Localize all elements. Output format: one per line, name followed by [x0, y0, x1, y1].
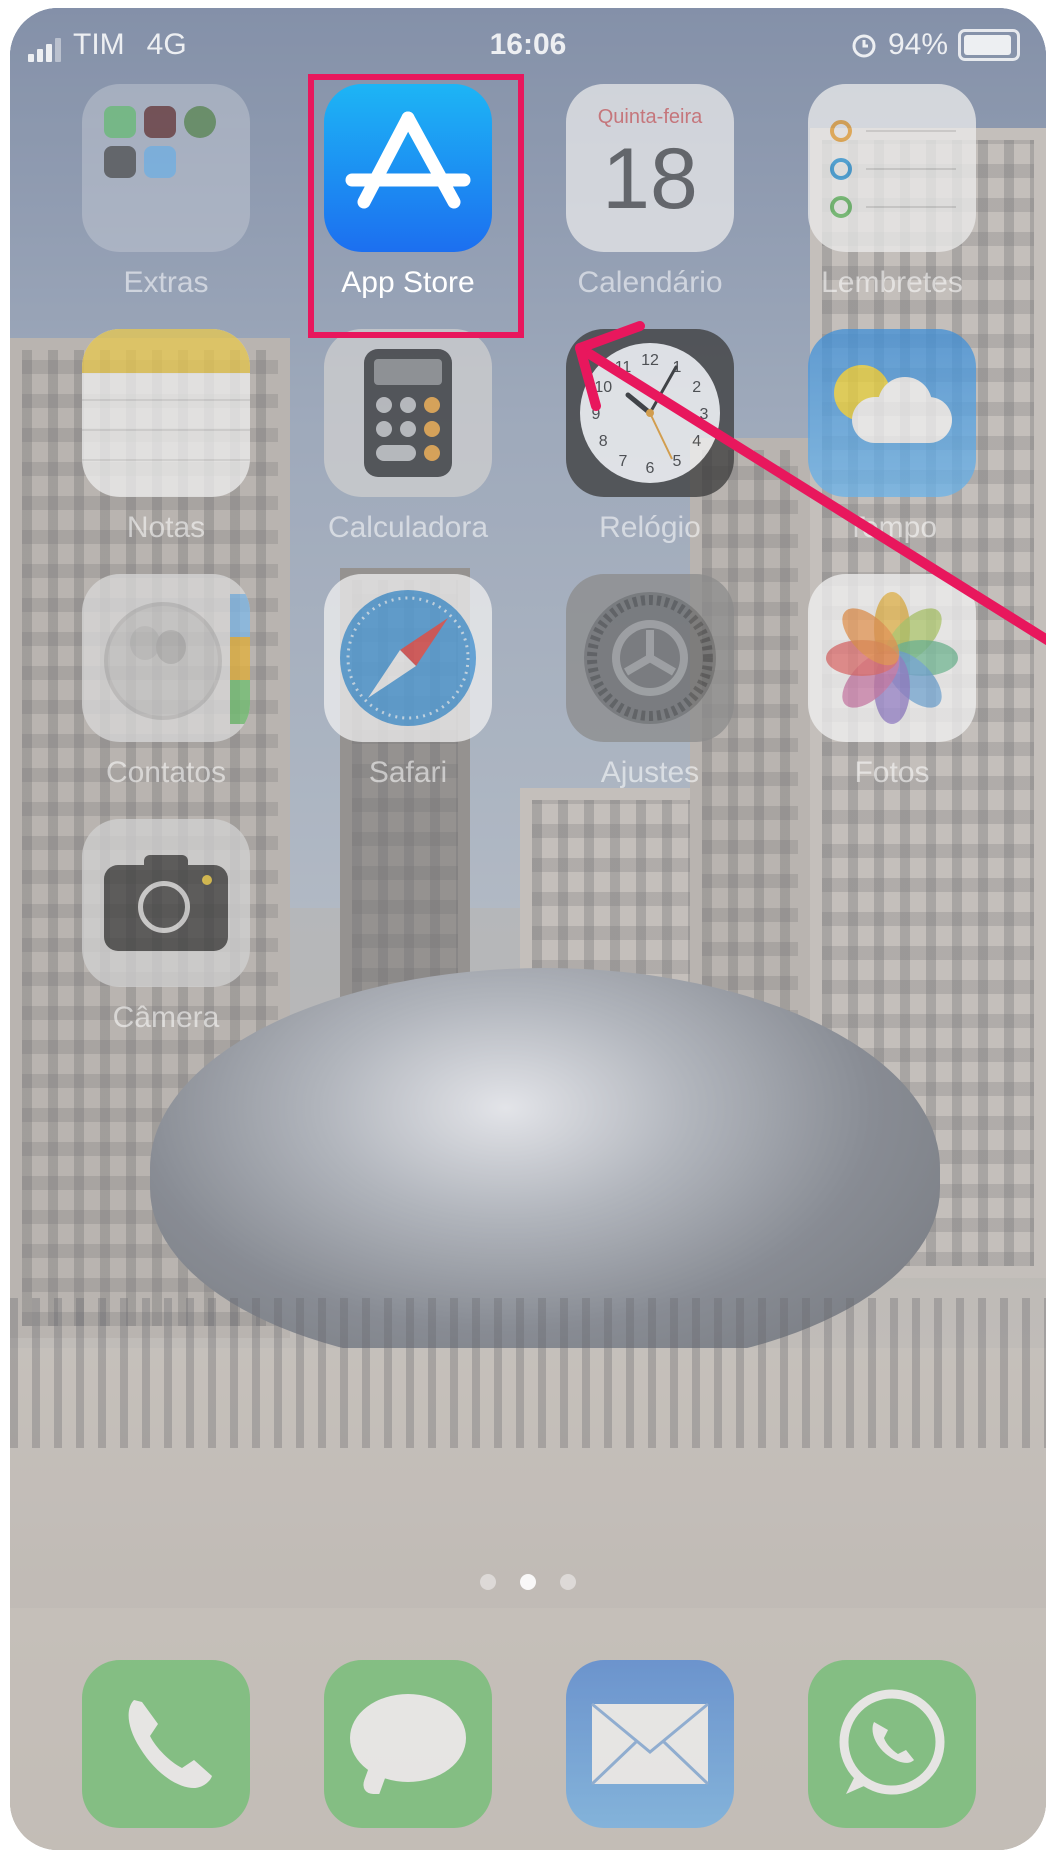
- dock: [10, 1608, 1046, 1850]
- page-dot[interactable]: [480, 1574, 496, 1590]
- whatsapp-icon: [808, 1660, 976, 1828]
- dock-mail[interactable]: [565, 1660, 735, 1828]
- dock-whatsapp[interactable]: [807, 1660, 977, 1828]
- home-screen: TIM 4G 16:06 94% Extras App Store Quinta…: [10, 8, 1046, 1850]
- page-dot[interactable]: [560, 1574, 576, 1590]
- page-dot-current[interactable]: [520, 1574, 536, 1590]
- phone-icon: [82, 1660, 250, 1828]
- messages-icon: [324, 1660, 492, 1828]
- dock-messages[interactable]: [323, 1660, 493, 1828]
- mail-icon: [566, 1660, 734, 1828]
- dock-phone[interactable]: [81, 1660, 251, 1828]
- page-indicator[interactable]: [10, 1574, 1046, 1590]
